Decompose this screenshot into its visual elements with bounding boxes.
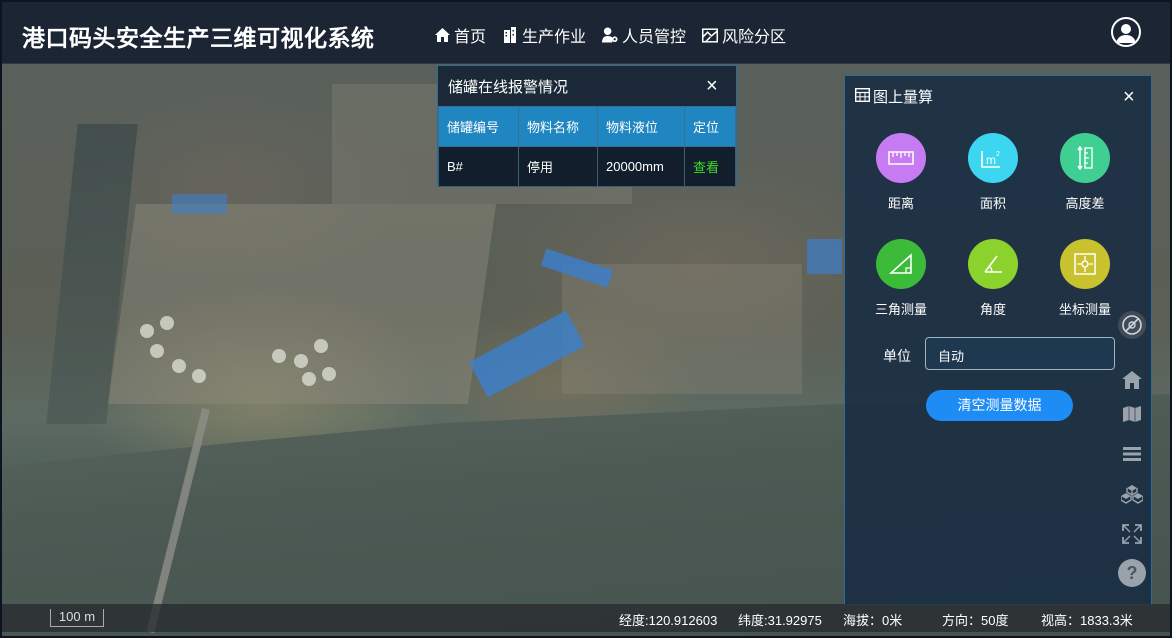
angle-icon	[968, 239, 1018, 289]
height-diff-tool-button[interactable]: 高度差	[1040, 133, 1130, 212]
nav-item-production[interactable]: 生产作业	[502, 23, 586, 47]
scale-bar: 100 m	[50, 609, 104, 627]
alarm-table: 储罐编号 物料名称 物料液位 定位 B# 停用 20000mm 查看	[438, 106, 736, 187]
home-view-icon[interactable]	[1118, 366, 1146, 394]
storage-tank	[192, 369, 206, 383]
close-button[interactable]: ×	[1123, 87, 1135, 107]
cubes-icon[interactable]	[1118, 480, 1146, 508]
storage-tank	[172, 359, 186, 373]
unit-label: 单位	[883, 348, 911, 364]
distance-tool-button[interactable]: 距离	[856, 133, 946, 212]
coordinate-tool-button[interactable]: 坐标测量	[1040, 239, 1130, 318]
nav-item-risk-zone[interactable]: 风险分区	[702, 23, 786, 47]
map-layer-icon[interactable]	[1118, 400, 1146, 428]
coordinate-icon	[1060, 239, 1110, 289]
nav-label: 首页	[454, 29, 487, 46]
tool-label: 坐标测量	[1058, 302, 1111, 317]
nav-label: 生产作业	[522, 29, 587, 46]
nav-item-home[interactable]: 首页	[434, 23, 486, 47]
panel-title: 图上量算	[854, 86, 934, 107]
column-header: 物料液位	[597, 106, 685, 147]
column-header: 储罐编号	[438, 106, 519, 147]
tool-label: 角度	[979, 302, 1006, 317]
table-header-row: 储罐编号 物料名称 物料液位 定位	[438, 106, 736, 147]
calculator-icon	[854, 87, 871, 106]
tool-label: 三角测量	[874, 302, 927, 317]
panel-title-text: 图上量算	[873, 89, 934, 106]
compass-icon[interactable]	[1118, 311, 1146, 339]
area-tool-button[interactable]: m2 面积	[948, 133, 1038, 212]
tank-id-cell: B#	[438, 146, 519, 187]
view-link[interactable]: 查看	[693, 160, 719, 175]
close-button[interactable]: ×	[706, 76, 718, 96]
latitude-readout: 纬度:31.92975	[738, 613, 822, 628]
status-bar: 100 m 经度:120.912603 纬度:31.92975 海拔：0米 方向…	[2, 604, 1170, 632]
map-zone-icon	[702, 27, 719, 43]
nav-label: 风险分区	[722, 29, 787, 46]
measurement-panel: 图上量算 × 距离 m2 面积 高度差 三角测量 角度 坐标测量 单位 自动 清…	[844, 75, 1152, 605]
tool-label: 面积	[979, 196, 1006, 211]
clear-measurement-button[interactable]: 清空测量数据	[926, 390, 1073, 421]
storage-tank	[160, 316, 174, 330]
longitude-readout: 经度:120.912603	[619, 613, 718, 628]
blue-roof-building	[807, 239, 842, 274]
tool-label: 高度差	[1065, 196, 1105, 211]
blue-roof-building	[172, 194, 227, 214]
app-title: 港口码头安全生产三维可视化系统	[22, 25, 375, 51]
svg-text:2: 2	[996, 151, 1000, 158]
nav-label: 人员管控	[622, 29, 687, 46]
app-window: 港口码头安全生产三维可视化系统 首页 生产作业 人员管控 风险分区 储罐在线报警…	[0, 0, 1172, 638]
storage-tank	[322, 367, 336, 381]
svg-text:m: m	[986, 153, 996, 167]
column-header: 物料名称	[518, 106, 598, 147]
user-gear-icon	[602, 27, 618, 43]
storage-tank	[140, 324, 154, 338]
port-land	[107, 204, 497, 404]
angle-tool-button[interactable]: 角度	[948, 239, 1038, 318]
nav-item-personnel[interactable]: 人员管控	[602, 23, 686, 47]
triangle-tool-button[interactable]: 三角测量	[856, 239, 946, 318]
building-icon	[502, 27, 518, 43]
column-header: 定位	[684, 106, 736, 147]
layers-icon[interactable]	[1118, 440, 1146, 468]
heading-readout: 方向：50度	[942, 613, 1009, 628]
top-header: 港口码头安全生产三维可视化系统 首页 生产作业 人员管控 风险分区	[2, 2, 1170, 64]
panel-title: 储罐在线报警情况	[448, 79, 569, 96]
locate-cell: 查看	[684, 146, 736, 187]
unit-select[interactable]: 自动	[925, 337, 1115, 370]
ruler-icon	[876, 133, 926, 183]
altitude-readout: 海拔：0米	[843, 613, 903, 628]
storage-tank	[314, 339, 328, 353]
storage-tank	[150, 344, 164, 358]
table-row: B# 停用 20000mm 查看	[438, 146, 736, 187]
view-height-readout: 视高：1833.3米	[1041, 613, 1133, 628]
storage-tank	[294, 354, 308, 368]
area-icon: m2	[968, 133, 1018, 183]
storage-tank	[272, 349, 286, 363]
user-avatar-icon[interactable]	[1111, 17, 1141, 47]
material-cell: 停用	[518, 146, 598, 187]
tank-alarm-panel: 储罐在线报警情况 × 储罐编号 物料名称 物料液位 定位 B# 停用 20000…	[437, 65, 737, 187]
tool-label: 距离	[887, 196, 914, 211]
triangle-icon	[876, 239, 926, 289]
height-icon	[1060, 133, 1110, 183]
home-icon	[434, 27, 450, 43]
help-icon[interactable]: ?	[1118, 559, 1146, 587]
main-nav: 首页 生产作业 人员管控 风险分区	[434, 23, 786, 47]
storage-tank	[302, 372, 316, 386]
fullscreen-icon[interactable]	[1118, 520, 1146, 548]
level-cell: 20000mm	[597, 146, 685, 187]
